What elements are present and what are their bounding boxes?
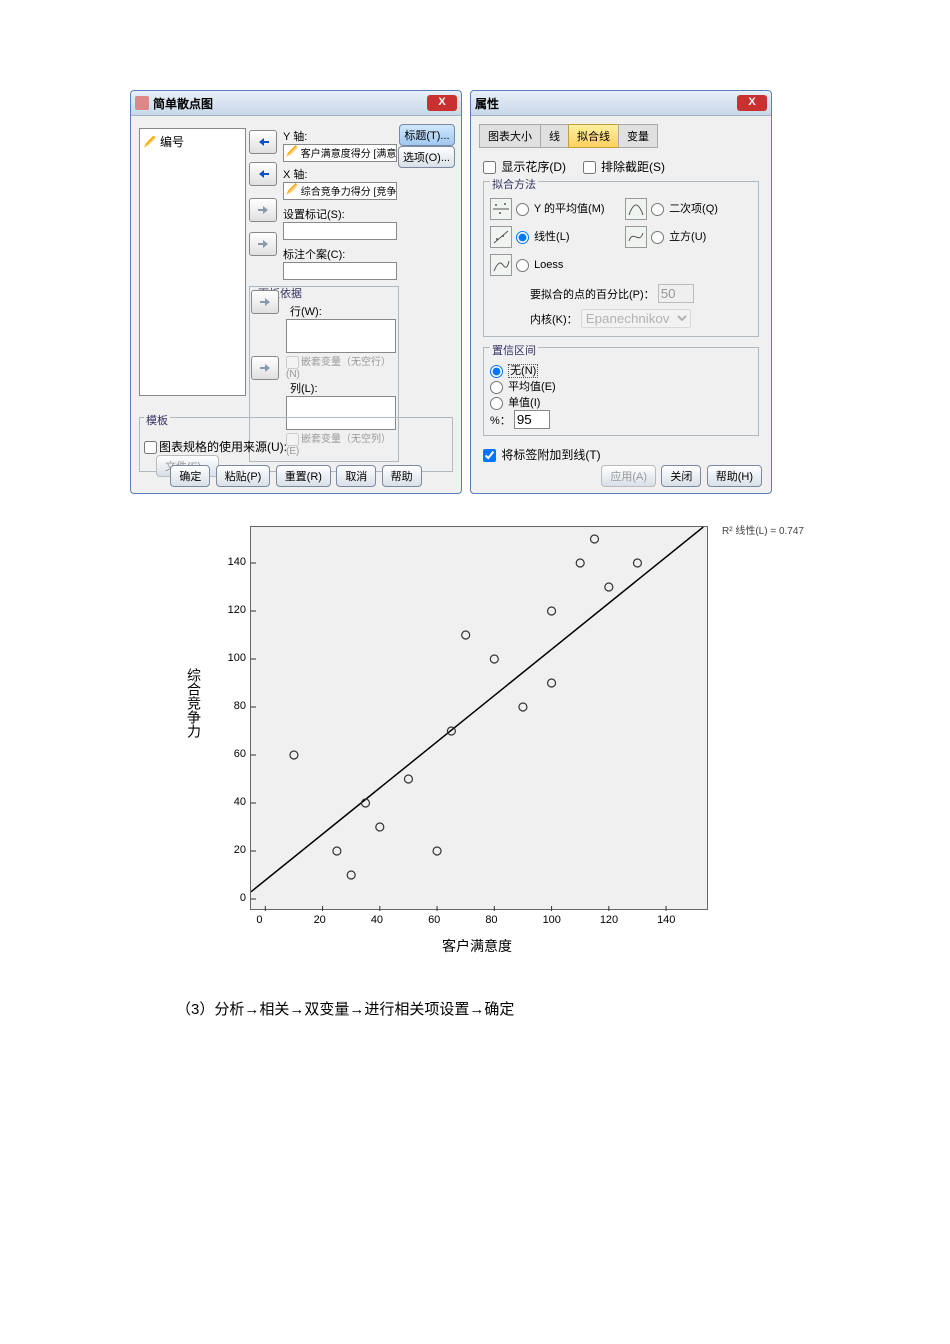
close-icon[interactable]: X <box>737 95 767 111</box>
variable-label: 编号 <box>160 133 184 150</box>
col-label: 列(L): <box>290 380 392 396</box>
loess-pct-input <box>658 284 694 303</box>
fit-quad-radio[interactable]: 二次项(Q) <box>651 203 718 215</box>
ymean-icon <box>490 198 512 220</box>
ci-pct-input[interactable] <box>514 410 550 429</box>
attach-label-check[interactable]: 将标签附加到线(T) <box>483 448 601 462</box>
tab-chart-size[interactable]: 图表大小 <box>479 124 541 148</box>
quad-icon <box>625 198 647 220</box>
titlebar[interactable]: 简单散点图 X <box>131 91 461 116</box>
options-button[interactable]: 选项(O)... <box>398 146 455 168</box>
x-axis-label: X 轴: <box>283 166 399 182</box>
show-spikes-check[interactable]: 显示花序(D) <box>483 160 566 174</box>
cancel-button[interactable]: 取消 <box>336 465 376 487</box>
loess-icon <box>490 254 512 276</box>
apply-button: 应用(A) <box>601 465 656 487</box>
ci-none-radio[interactable]: 无(N) <box>490 365 538 377</box>
y-axis-field[interactable]: 客户满意度得分 [满意... <box>283 144 397 162</box>
y-axis-label: Y 轴: <box>283 128 399 144</box>
template-source-check[interactable]: 图表规格的使用来源(U): <box>144 440 287 454</box>
footnote-text: （3）分析→相关→双变量→进行相关项设置→确定 <box>176 998 820 1019</box>
pencil-icon <box>144 136 156 148</box>
kernel-select: Epanechnikov <box>581 309 691 328</box>
paste-button[interactable]: 粘贴(P) <box>216 465 271 487</box>
ci-pct-label: %： <box>490 415 511 427</box>
x-axis-field[interactable]: 综合竞争力得分 [竞争... <box>283 182 397 200</box>
title-button[interactable]: 标题(T)... <box>399 124 455 146</box>
help-button[interactable]: 帮助 <box>382 465 422 487</box>
fit-method-title: 拟合方法 <box>490 179 538 191</box>
y-axis-label: 综合竞争力 <box>184 668 204 738</box>
setmark-label: 设置标记(S): <box>283 206 399 222</box>
tab-lines[interactable]: 线 <box>540 124 569 148</box>
fit-cubic-radio[interactable]: 立方(U) <box>651 231 706 243</box>
move-annotate-button[interactable] <box>249 232 277 256</box>
scatter-dialog: 简单散点图 X 编号 Y 轴: 客户满意度得分 [满意... X 轴: 综合竞争… <box>130 90 462 494</box>
fit-loess-radio[interactable]: Loess <box>516 259 563 271</box>
row-label: 行(W): <box>290 303 392 319</box>
close-icon[interactable]: X <box>427 95 457 111</box>
ok-button[interactable]: 确定 <box>170 465 210 487</box>
fit-linear-radio[interactable]: 线性(L) <box>516 231 570 243</box>
nest-row-check: 嵌套变量（无空行）(N) <box>286 353 392 380</box>
template-title: 模板 <box>144 415 170 427</box>
properties-dialog: 属性 X 图表大小 线 拟合线 变量 显示花序(D) 排除截距(S) 拟合方法 … <box>470 90 772 494</box>
variable-list[interactable]: 编号 <box>139 128 246 396</box>
variable-item[interactable]: 编号 <box>140 129 245 154</box>
ci-indiv-radio[interactable]: 单值(I) <box>490 397 540 409</box>
fit-ymean-radio[interactable]: Y 的平均值(M) <box>516 203 605 215</box>
scatter-chart: 020406080100120140 020406080100120140 客户… <box>192 518 728 958</box>
close-button[interactable]: 关闭 <box>661 465 701 487</box>
loess-pct-label: 要拟合的点的百分比(P)： <box>530 289 655 301</box>
kernel-label: 内核(K)： <box>530 314 578 326</box>
move-y-button[interactable] <box>249 130 277 154</box>
tab-fit-line[interactable]: 拟合线 <box>568 124 619 148</box>
window-title: 属性 <box>475 95 737 112</box>
app-icon <box>135 96 149 110</box>
move-mark-button[interactable] <box>249 198 277 222</box>
titlebar[interactable]: 属性 X <box>471 91 771 116</box>
r-squared-annotation: R² 线性(L) = 0.747 <box>722 522 804 537</box>
ci-title: 置信区间 <box>490 345 538 357</box>
tab-bar: 图表大小 线 拟合线 变量 <box>479 124 763 148</box>
window-title: 简单散点图 <box>153 95 427 112</box>
reset-button[interactable]: 重置(R) <box>276 465 331 487</box>
ci-mean-radio[interactable]: 平均值(E) <box>490 381 556 393</box>
x-axis-label: 客户满意度 <box>442 936 512 956</box>
annotate-field[interactable] <box>283 262 397 280</box>
linear-icon <box>490 226 512 248</box>
help-button[interactable]: 帮助(H) <box>707 465 762 487</box>
move-col-button[interactable] <box>251 356 279 380</box>
annotate-label: 标注个案(C): <box>283 246 399 262</box>
move-row-button[interactable] <box>251 290 279 314</box>
move-x-button[interactable] <box>249 162 277 186</box>
setmark-field[interactable] <box>283 222 397 240</box>
tab-variables[interactable]: 变量 <box>618 124 658 148</box>
exclude-intercept-check[interactable]: 排除截距(S) <box>583 160 665 174</box>
cubic-icon <box>625 226 647 248</box>
row-field[interactable] <box>286 319 396 353</box>
